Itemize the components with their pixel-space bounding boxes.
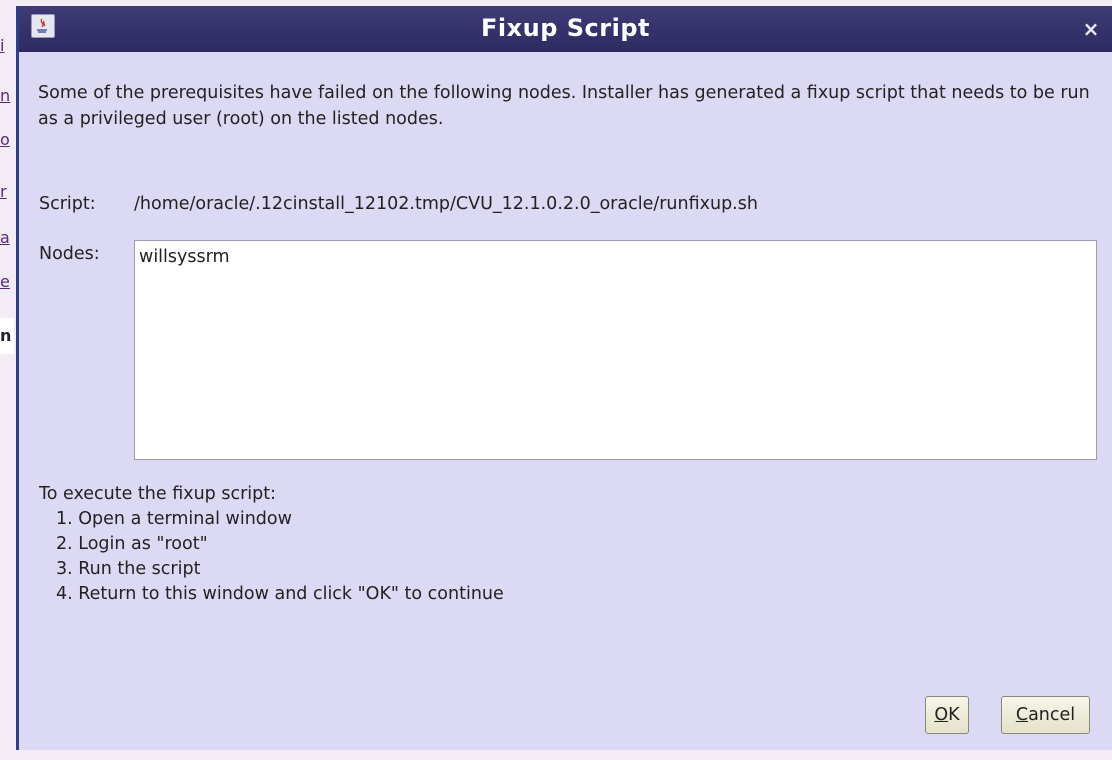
background-link-fragment[interactable]: e: [0, 272, 14, 292]
background-link-fragment[interactable]: a: [0, 228, 14, 248]
dialog-titlebar[interactable]: Fixup Script ×: [19, 6, 1112, 52]
steps-list: 1. Open a terminal window 2. Login as "r…: [39, 507, 504, 607]
background-link-fragment[interactable]: r: [0, 182, 14, 202]
ok-label-rest: K: [948, 705, 960, 725]
failure-message: Some of the prerequisites have failed on…: [38, 83, 1090, 129]
background-link-fragment[interactable]: n: [0, 86, 14, 106]
instructions: To execute the fixup script: 1. Open a t…: [39, 482, 504, 607]
node-item: willsyssrm: [139, 247, 230, 267]
script-path: /home/oracle/.12cinstall_12102.tmp/CVU_1…: [134, 194, 758, 214]
script-label: Script:: [39, 194, 96, 214]
nodes-label: Nodes:: [39, 244, 100, 264]
step-item: 2. Login as "root": [56, 534, 208, 554]
fixup-script-dialog: Fixup Script × Some of the prerequisites…: [16, 6, 1112, 750]
cancel-label-rest: ancel: [1028, 705, 1076, 725]
step-item: 4. Return to this window and click "OK" …: [56, 584, 504, 604]
close-icon[interactable]: ×: [1080, 18, 1102, 40]
instructions-heading: To execute the fixup script:: [39, 484, 277, 504]
cancel-mnemonic: C: [1015, 705, 1029, 725]
step-item: 1. Open a terminal window: [56, 509, 292, 529]
background-link-fragment[interactable]: i: [0, 36, 14, 56]
dialog-title: Fixup Script: [481, 14, 650, 42]
background-link-fragment[interactable]: o: [0, 130, 14, 150]
nodes-list[interactable]: willsyssrm: [134, 240, 1097, 460]
step-item: 3. Run the script: [56, 559, 201, 579]
cancel-button[interactable]: Cancel: [1001, 696, 1090, 734]
ok-button[interactable]: OK: [925, 696, 969, 734]
ok-mnemonic: O: [934, 705, 949, 725]
background-selected-item: n: [0, 318, 14, 354]
